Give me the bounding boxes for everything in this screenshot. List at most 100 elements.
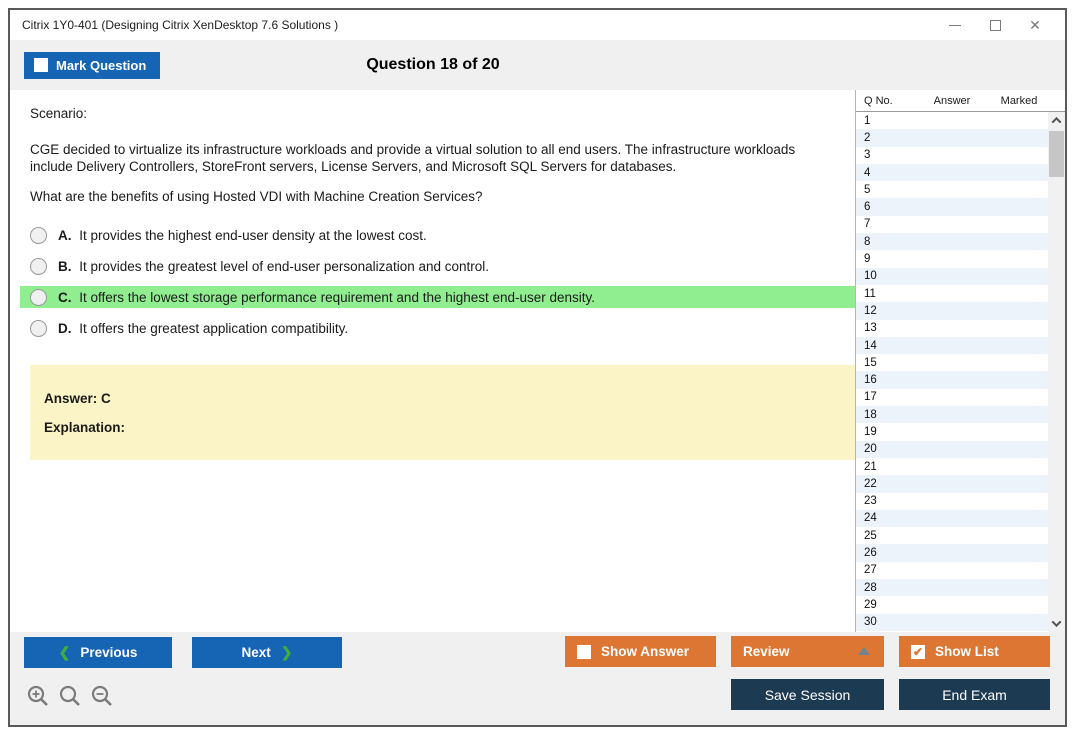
question-list-header: Q No. Answer Marked — [856, 90, 1065, 112]
question-list-row[interactable]: 10 — [856, 267, 1048, 285]
column-header-qno: Q No. — [864, 94, 893, 107]
question-list-row[interactable]: 2 — [856, 129, 1048, 147]
zoom-reset-icon[interactable] — [58, 684, 82, 708]
option-row[interactable]: D. It offers the greatest application co… — [20, 317, 855, 339]
question-content: Scenario: CGE decided to virtualize its … — [10, 90, 855, 632]
chevron-up-icon — [1051, 116, 1062, 127]
next-label: Next — [241, 645, 271, 660]
option-text: It offers the greatest application compa… — [79, 320, 349, 336]
minimize-icon — [949, 24, 961, 26]
window-controls: ✕ — [935, 12, 1055, 38]
scroll-down-button[interactable] — [1048, 615, 1065, 632]
chevron-down-icon — [1051, 617, 1062, 628]
show-list-button[interactable]: ✔ Show List — [899, 636, 1050, 667]
option-row[interactable]: B. It provides the greatest level of end… — [20, 255, 855, 277]
maximize-button[interactable] — [975, 12, 1015, 38]
question-list-row[interactable]: 29 — [856, 596, 1048, 613]
chevron-left-icon: ❮ — [58, 644, 71, 660]
radio-button-icon[interactable] — [30, 257, 47, 275]
question-prompt: What are the benefits of using Hosted VD… — [30, 189, 483, 204]
question-list-row[interactable]: 15 — [856, 354, 1048, 371]
radio-button-icon[interactable] — [30, 319, 47, 337]
question-list-row[interactable]: 20 — [856, 440, 1048, 458]
question-list-row[interactable]: 5 — [856, 181, 1048, 198]
question-list-row[interactable]: 8 — [856, 233, 1048, 251]
question-list-row[interactable]: 19 — [856, 423, 1048, 440]
review-button[interactable]: Review — [731, 636, 884, 667]
options-container: A. It provides the highest end-user dens… — [20, 224, 855, 339]
question-list-row[interactable]: 30 — [856, 613, 1048, 631]
minimize-button[interactable] — [935, 12, 975, 38]
zoom-in-icon[interactable] — [26, 684, 50, 708]
option-label: A. It provides the highest end-user dens… — [58, 228, 427, 243]
maximize-icon — [989, 19, 1001, 31]
answer-panel: Answer: C Explanation: — [30, 365, 855, 460]
question-list-row[interactable]: 26 — [856, 544, 1048, 562]
option-letter: A. — [58, 227, 76, 243]
question-list-row[interactable]: 13 — [856, 320, 1048, 337]
question-list-row[interactable]: 14 — [856, 336, 1048, 355]
close-button[interactable]: ✕ — [1015, 12, 1055, 38]
question-list-row[interactable]: 12 — [856, 302, 1048, 320]
question-list-row[interactable]: 24 — [856, 509, 1048, 528]
question-counter: Question 18 of 20 — [366, 56, 500, 73]
show-list-label: Show List — [935, 644, 999, 659]
explanation-label: Explanation: — [44, 420, 126, 435]
column-header-answer: Answer — [933, 94, 971, 107]
review-label: Review — [743, 644, 790, 659]
option-label: C. It offers the lowest storage performa… — [58, 290, 595, 305]
option-row[interactable]: A. It provides the highest end-user dens… — [20, 224, 855, 246]
zoom-controls — [26, 684, 114, 708]
option-text: It provides the highest end-user density… — [79, 227, 427, 243]
window-title: Citrix 1Y0-401 (Designing Citrix XenDesk… — [22, 18, 339, 32]
question-list-row[interactable]: 27 — [856, 562, 1048, 579]
end-exam-label: End Exam — [942, 686, 1007, 703]
title-bar: Citrix 1Y0-401 (Designing Citrix XenDesk… — [10, 10, 1065, 40]
option-text: It provides the greatest level of end-us… — [79, 258, 490, 274]
main-area: Scenario: CGE decided to virtualize its … — [10, 90, 1065, 632]
question-list-row[interactable]: 7 — [856, 216, 1048, 233]
question-list-row[interactable]: 22 — [856, 475, 1048, 493]
save-session-label: Save Session — [764, 686, 851, 703]
zoom-out-icon[interactable] — [90, 684, 114, 708]
question-list-row[interactable]: 4 — [856, 163, 1048, 182]
question-list-scrollbar[interactable] — [1048, 112, 1065, 632]
question-list-row[interactable]: 3 — [856, 147, 1048, 164]
question-list-row[interactable]: 1 — [856, 112, 1048, 129]
save-session-button[interactable]: Save Session — [731, 679, 884, 710]
show-answer-button[interactable]: Show Answer — [565, 636, 716, 667]
option-letter: C. — [58, 289, 76, 305]
question-list-row[interactable]: 9 — [856, 250, 1048, 267]
scenario-label: Scenario: — [30, 106, 88, 121]
option-row[interactable]: C. It offers the lowest storage performa… — [20, 286, 855, 308]
scroll-up-button[interactable] — [1048, 112, 1065, 129]
show-list-checkbox-icon: ✔ — [911, 644, 925, 659]
option-label: B. It provides the greatest level of end… — [58, 259, 489, 274]
footer-bar: ❮ Previous Next ❯ Show Answer Review ✔ S… — [10, 632, 1065, 725]
triangle-up-icon — [858, 647, 870, 655]
chevron-right-icon: ❯ — [280, 644, 293, 660]
question-list-row[interactable]: 6 — [856, 198, 1048, 216]
column-header-marked: Marked — [1000, 94, 1038, 107]
close-icon: ✕ — [1029, 17, 1041, 33]
option-letter: D. — [58, 320, 76, 336]
answer-label: Answer: C — [44, 391, 111, 406]
question-list-row[interactable]: 28 — [856, 579, 1048, 597]
question-list-row[interactable]: 17 — [856, 389, 1048, 406]
radio-button-icon[interactable] — [30, 226, 47, 244]
question-list-row[interactable]: 18 — [856, 406, 1048, 424]
question-list-row[interactable]: 25 — [856, 527, 1048, 544]
previous-button[interactable]: ❮ Previous — [24, 637, 172, 668]
scrollbar-thumb[interactable] — [1049, 131, 1064, 177]
question-list-row[interactable]: 21 — [856, 458, 1048, 475]
end-exam-button[interactable]: End Exam — [899, 679, 1050, 710]
next-button[interactable]: Next ❯ — [192, 637, 342, 668]
question-list-row[interactable]: 23 — [856, 493, 1048, 510]
question-list-row[interactable]: 16 — [856, 371, 1048, 389]
question-list-row[interactable]: 11 — [856, 285, 1048, 302]
scenario-text: CGE decided to virtualize its infrastruc… — [30, 142, 796, 174]
question-list-rows: 1 2 3 4 5 6 7 8 9 10 11 12 13 14 15 16 17 18 19 20 21 22 23 24 2… — [856, 112, 1048, 632]
header-bar: Mark Question Question 18 of 20 — [10, 40, 1065, 90]
radio-button-icon[interactable] — [30, 288, 47, 306]
option-text: It offers the lowest storage performance… — [79, 289, 596, 305]
